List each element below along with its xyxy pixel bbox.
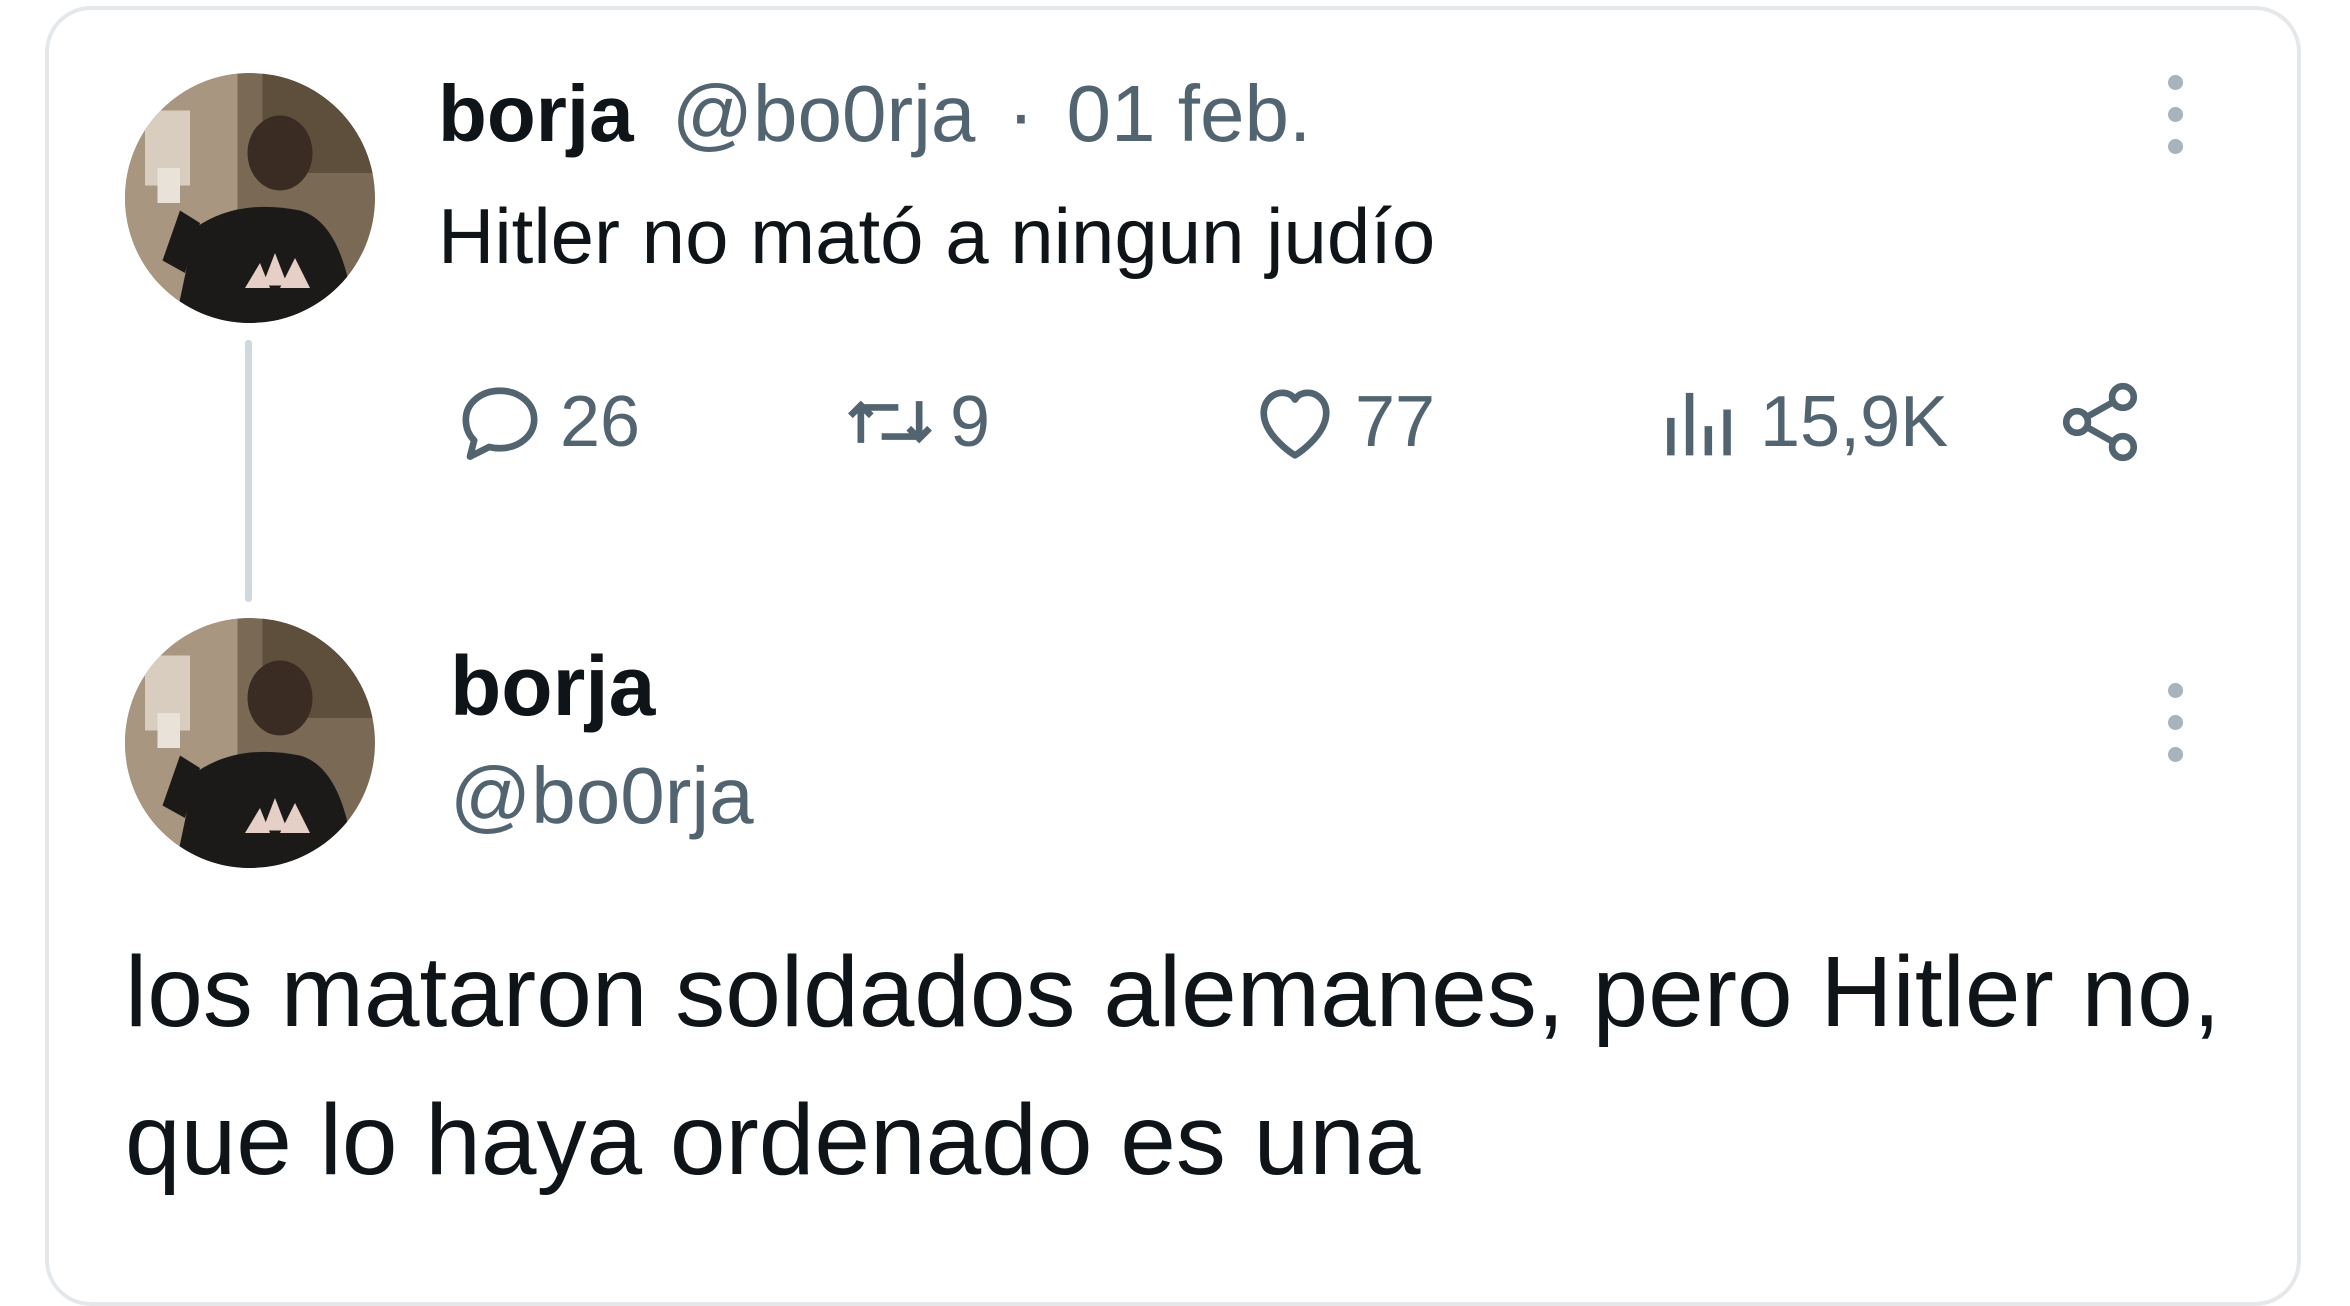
reply-more-options-icon[interactable]	[2165, 683, 2185, 762]
repost-button[interactable]: 9	[840, 372, 990, 472]
reply-avatar[interactable]	[125, 618, 375, 868]
reply-author-handle[interactable]: @bo0rja	[450, 748, 754, 844]
repost-icon	[848, 400, 932, 444]
avatar-photo	[125, 618, 375, 868]
like-button[interactable]: 77	[1245, 372, 1435, 472]
tweet-header: borja @bo0rja · 01 feb.	[438, 66, 1311, 162]
views-button[interactable]: 15,9K	[1650, 372, 1948, 472]
views-icon	[1667, 392, 1731, 456]
reply-button[interactable]: 26	[450, 372, 640, 472]
reply-count: 26	[560, 382, 641, 462]
header-separator: ·	[1007, 69, 1035, 158]
tweet-text: Hitler no mató a ningun judío	[438, 192, 1436, 280]
share-icon	[2062, 382, 2138, 462]
heart-icon	[1260, 389, 1330, 459]
reply-text: los mataron soldados alemanes, pero Hitl…	[125, 936, 2221, 1196]
avatar[interactable]	[125, 73, 375, 323]
reply-icon	[462, 387, 538, 460]
tweet-actions: 26 9 77 15,9K	[450, 372, 2150, 472]
avatar-photo	[125, 73, 375, 323]
thread-line	[245, 340, 252, 602]
reply-author-name[interactable]: borja	[450, 638, 655, 734]
share-button[interactable]	[2050, 372, 2150, 472]
like-count: 77	[1355, 382, 1436, 462]
tweet-date[interactable]: 01 feb.	[1067, 69, 1312, 158]
author-handle[interactable]: @bo0rja	[672, 69, 976, 158]
author-name[interactable]: borja	[438, 69, 634, 158]
repost-count: 9	[950, 382, 991, 462]
more-options-icon[interactable]	[2165, 75, 2185, 154]
views-count: 15,9K	[1760, 382, 1949, 462]
